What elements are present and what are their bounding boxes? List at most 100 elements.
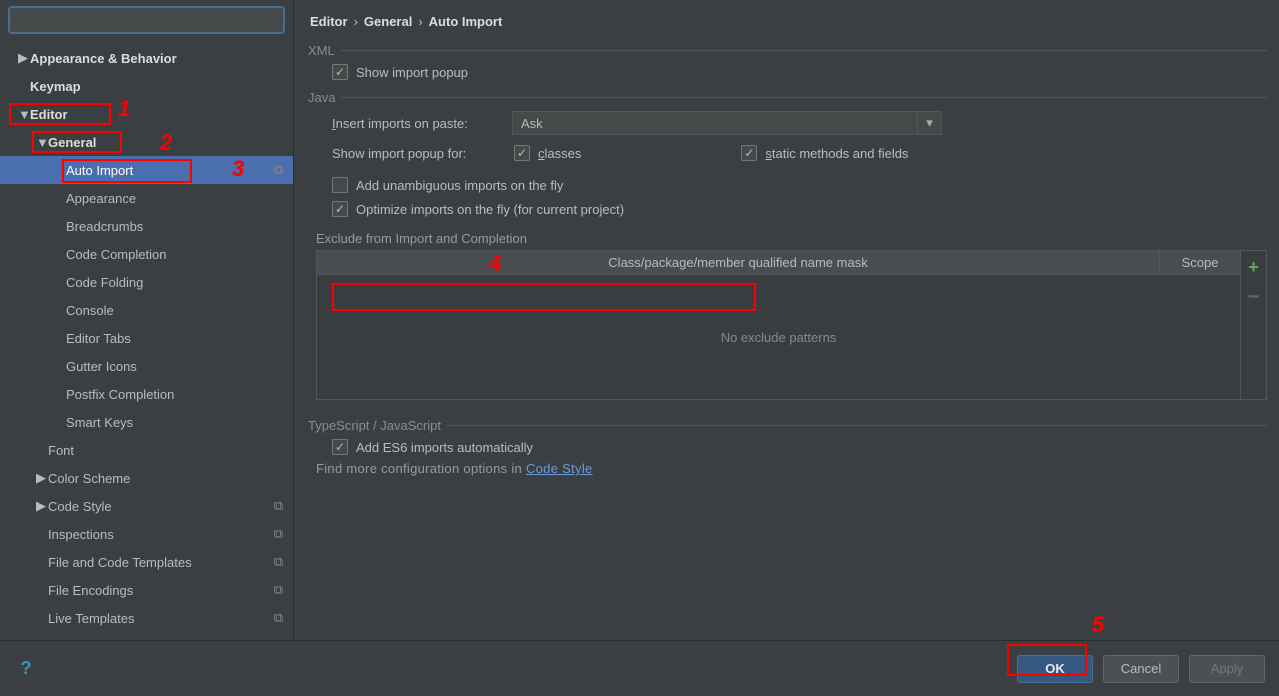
sidebar-item-label: Postfix Completion bbox=[66, 387, 293, 402]
exclude-table: Class/package/member qualified name mask… bbox=[316, 250, 1267, 400]
sidebar-item-label: Live Templates bbox=[48, 611, 293, 626]
select-insert-imports-value: Ask bbox=[521, 116, 543, 131]
sidebar-item-label: Smart Keys bbox=[66, 415, 293, 430]
sidebar-item-label: Editor bbox=[30, 107, 293, 122]
crumb-auto-import: Auto Import bbox=[429, 14, 503, 29]
chevron-right-icon: ▶ bbox=[36, 470, 46, 486]
checkbox-es6[interactable] bbox=[332, 439, 348, 455]
checkbox-optimize[interactable] bbox=[332, 201, 348, 217]
sidebar-item-label: Keymap bbox=[30, 79, 293, 94]
chevron-down-icon[interactable]: ▾ bbox=[918, 111, 942, 135]
sidebar-item-color-scheme[interactable]: ▶Color Scheme bbox=[0, 464, 293, 492]
label-classes: classes bbox=[538, 146, 581, 161]
label-optimize: Optimize imports on the fly (for current… bbox=[356, 202, 624, 217]
sidebar-item-file-encodings[interactable]: File Encodings⧉ bbox=[0, 576, 293, 604]
project-level-icon: ⧉ bbox=[274, 554, 283, 570]
th-mask[interactable]: Class/package/member qualified name mask bbox=[317, 251, 1160, 274]
sidebar-item-smart-keys[interactable]: Smart Keys bbox=[0, 408, 293, 436]
sidebar-item-label: Appearance & Behavior bbox=[30, 51, 293, 66]
sidebar-item-font[interactable]: Font bbox=[0, 436, 293, 464]
table-body-empty: No exclude patterns bbox=[317, 275, 1240, 399]
add-icon[interactable]: + bbox=[1248, 257, 1259, 278]
sidebar-item-live-templates[interactable]: Live Templates⧉ bbox=[0, 604, 293, 632]
sidebar-item-code-completion[interactable]: Code Completion bbox=[0, 240, 293, 268]
sidebar-item-label: Color Scheme bbox=[48, 471, 293, 486]
sidebar-item-code-folding[interactable]: Code Folding bbox=[0, 268, 293, 296]
checkbox-classes[interactable] bbox=[514, 145, 530, 161]
label-static: static methods and fields bbox=[765, 146, 908, 161]
project-level-icon: ⧉ bbox=[274, 582, 283, 598]
sidebar-item-label: Editor Tabs bbox=[66, 331, 293, 346]
chevron-right-icon: ▶ bbox=[18, 50, 28, 66]
sidebar-item-label: File and Code Templates bbox=[48, 555, 293, 570]
sidebar-item-inspections[interactable]: Inspections⧉ bbox=[0, 520, 293, 548]
sidebar-item-label: Gutter Icons bbox=[66, 359, 293, 374]
link-code-style[interactable]: Code Style bbox=[526, 461, 593, 476]
sidebar-item-file-and-code-templates[interactable]: File and Code Templates⧉ bbox=[0, 548, 293, 576]
chevron-right-icon: › bbox=[418, 14, 422, 29]
sidebar-item-label: Appearance bbox=[66, 191, 293, 206]
checkbox-static[interactable] bbox=[741, 145, 757, 161]
checkbox-unambiguous[interactable] bbox=[332, 177, 348, 193]
section-ts: TypeScript / JavaScript Add ES6 imports … bbox=[308, 418, 1267, 476]
crumb-editor[interactable]: Editor bbox=[310, 14, 348, 29]
sidebar-item-label: Inspections bbox=[48, 527, 293, 542]
sidebar-item-label: Auto Import bbox=[66, 163, 293, 178]
breadcrumb: Editor › General › Auto Import bbox=[308, 10, 1267, 43]
chevron-down-icon: ▼ bbox=[36, 135, 46, 150]
ok-button[interactable]: OK bbox=[1017, 655, 1093, 683]
label-show-popup-for: Show import popup for: bbox=[332, 146, 466, 161]
settings-sidebar: ▶Appearance & BehaviorKeymap▼Editor▼Gene… bbox=[0, 0, 294, 640]
settings-tree[interactable]: ▶Appearance & BehaviorKeymap▼Editor▼Gene… bbox=[0, 40, 293, 640]
cancel-button[interactable]: Cancel bbox=[1103, 655, 1179, 683]
ts-note-prefix: Find more configuration options in bbox=[316, 461, 526, 476]
sidebar-item-editor-tabs[interactable]: Editor Tabs bbox=[0, 324, 293, 352]
section-xml-title: XML bbox=[308, 43, 335, 58]
sidebar-item-label: Code Style bbox=[48, 499, 293, 514]
subsection-exclude-title: Exclude from Import and Completion bbox=[308, 231, 1267, 246]
section-java-title: Java bbox=[308, 90, 335, 105]
sidebar-item-general[interactable]: ▼General bbox=[0, 128, 293, 156]
ts-note: Find more configuration options in Code … bbox=[308, 461, 1267, 476]
sidebar-item-appearance[interactable]: Appearance bbox=[0, 184, 293, 212]
sidebar-item-label: Console bbox=[66, 303, 293, 318]
chevron-right-icon: ▶ bbox=[36, 498, 46, 514]
section-java: Java Insert imports on paste: Ask ▾ Show… bbox=[308, 90, 1267, 400]
crumb-general[interactable]: General bbox=[364, 14, 412, 29]
label-es6: Add ES6 imports automatically bbox=[356, 440, 533, 455]
help-icon[interactable]: ? bbox=[14, 657, 38, 681]
sidebar-item-gutter-icons[interactable]: Gutter Icons bbox=[0, 352, 293, 380]
label-xml-show-popup: Show import popup bbox=[356, 65, 468, 80]
sidebar-item-label: File Encodings bbox=[48, 583, 293, 598]
sidebar-item-breadcrumbs[interactable]: Breadcrumbs bbox=[0, 212, 293, 240]
sidebar-item-label: Code Completion bbox=[66, 247, 293, 262]
sidebar-item-keymap[interactable]: Keymap bbox=[0, 72, 293, 100]
chevron-down-icon: ▼ bbox=[18, 107, 28, 122]
dialog-footer: ? OK Cancel Apply bbox=[0, 640, 1279, 696]
sidebar-item-appearance-behavior[interactable]: ▶Appearance & Behavior bbox=[0, 44, 293, 72]
table-toolbar: + − bbox=[1240, 251, 1266, 399]
project-level-icon: ⧉ bbox=[274, 526, 283, 542]
table-header: Class/package/member qualified name mask… bbox=[317, 251, 1240, 275]
th-scope[interactable]: Scope bbox=[1160, 251, 1240, 274]
sidebar-item-auto-import[interactable]: Auto Import⧉ bbox=[0, 156, 293, 184]
sidebar-item-editor[interactable]: ▼Editor bbox=[0, 100, 293, 128]
label-unambiguous: Add unambiguous imports on the fly bbox=[356, 178, 563, 193]
sidebar-item-code-style[interactable]: ▶Code Style⧉ bbox=[0, 492, 293, 520]
section-ts-title: TypeScript / JavaScript bbox=[308, 418, 441, 433]
select-insert-imports[interactable]: Ask bbox=[512, 111, 918, 135]
sidebar-item-label: General bbox=[48, 135, 293, 150]
project-level-icon: ⧉ bbox=[274, 162, 283, 178]
checkbox-xml-show-popup[interactable] bbox=[332, 64, 348, 80]
apply-button[interactable]: Apply bbox=[1189, 655, 1265, 683]
sidebar-item-console[interactable]: Console bbox=[0, 296, 293, 324]
chevron-right-icon: › bbox=[354, 14, 358, 29]
settings-content: Editor › General › Auto Import XML Show … bbox=[294, 0, 1279, 640]
project-level-icon: ⧉ bbox=[274, 610, 283, 626]
search-input[interactable] bbox=[8, 6, 285, 34]
sidebar-item-label: Font bbox=[48, 443, 293, 458]
remove-icon: − bbox=[1248, 286, 1260, 309]
sidebar-item-label: Code Folding bbox=[66, 275, 293, 290]
label-insert-imports: Insert imports on paste: bbox=[332, 116, 512, 131]
sidebar-item-postfix-completion[interactable]: Postfix Completion bbox=[0, 380, 293, 408]
